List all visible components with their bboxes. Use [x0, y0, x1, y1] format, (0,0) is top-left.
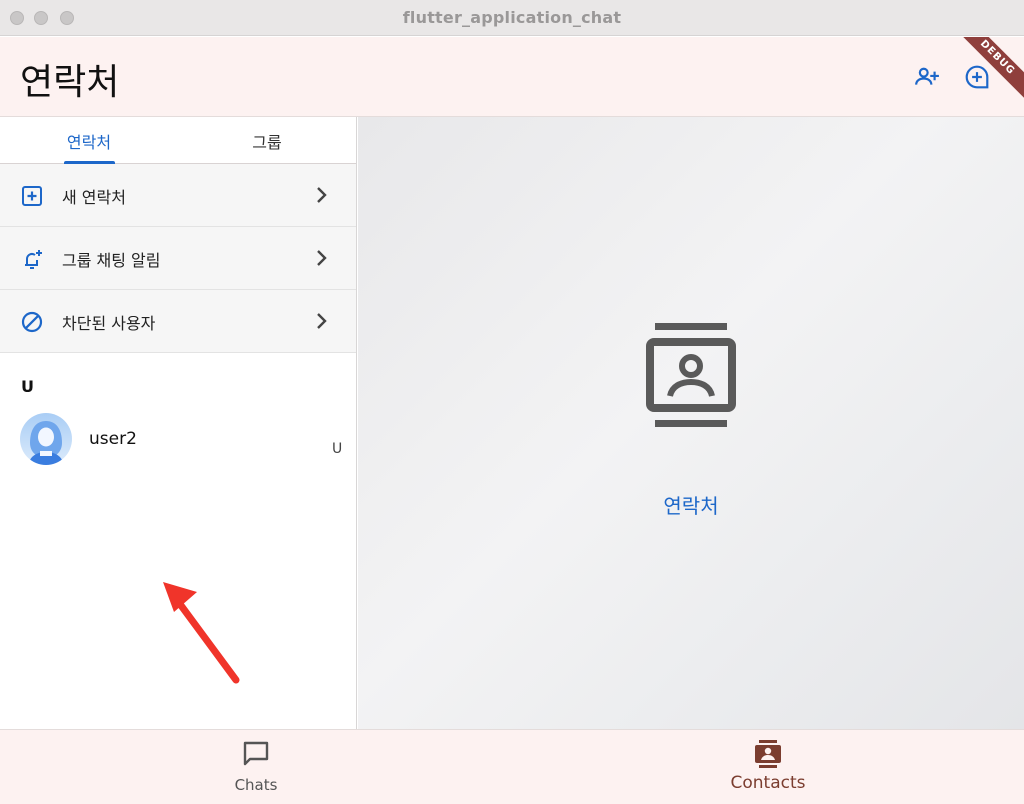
- user-avatar-image: [20, 413, 72, 465]
- contact-name: user2: [89, 429, 137, 449]
- new-chat-button[interactable]: [962, 62, 992, 92]
- detail-pane: 연락처: [358, 117, 1024, 729]
- nav-label: Contacts: [730, 773, 806, 793]
- add-person-button[interactable]: [912, 62, 942, 92]
- window-titlebar: flutter_application_chat: [0, 0, 1024, 36]
- nav-item-chats[interactable]: Chats: [0, 730, 512, 804]
- menu-item-blocked-users[interactable]: 차단된 사용자: [0, 290, 356, 353]
- section-header: U: [21, 377, 34, 396]
- contact-list-item[interactable]: user2: [0, 407, 356, 471]
- nav-label: Chats: [234, 776, 278, 794]
- tab-bar: 연락처 그룹: [0, 117, 356, 164]
- alphabet-index-letter[interactable]: U: [332, 441, 342, 457]
- menu-item-label: 그룹 채팅 알림: [62, 251, 161, 270]
- menu-item-group-chat-alert[interactable]: 그룹 채팅 알림: [0, 227, 356, 290]
- person-add-icon: [915, 67, 939, 85]
- menu-item-label: 새 연락처: [62, 188, 126, 207]
- tab-groups[interactable]: 그룹: [178, 117, 356, 164]
- contacts-icon: [755, 740, 781, 768]
- window-title: flutter_application_chat: [402, 8, 622, 27]
- menu-item-label: 차단된 사용자: [62, 314, 156, 333]
- chevron-right-icon: [317, 250, 327, 266]
- annotation-arrow: [163, 582, 240, 684]
- tab-contacts[interactable]: 연락처: [0, 117, 178, 164]
- chevron-right-icon: [317, 313, 327, 329]
- bottom-navigation: Chats Contacts: [0, 729, 1024, 804]
- page-title: 연락처: [20, 62, 120, 103]
- block-icon: [21, 311, 43, 333]
- nav-item-contacts[interactable]: Contacts: [512, 730, 1024, 804]
- notification-add-icon: [25, 250, 42, 269]
- add-comment-icon: [965, 65, 989, 89]
- menu-item-new-contact[interactable]: 새 연락처: [0, 164, 356, 227]
- contact-page-icon: [646, 323, 736, 427]
- avatar: [20, 413, 72, 465]
- add-box-icon: [22, 186, 42, 206]
- detail-label: 연락처: [663, 494, 719, 518]
- chat-bubble-icon: [243, 741, 269, 766]
- contacts-panel: 연락처 그룹 새 연락처 그룹 채팅 알림 차단된 사용자 U user2 U: [0, 117, 357, 729]
- chevron-right-icon: [317, 187, 327, 203]
- app-bar: 연락처 DEBUG: [0, 37, 1024, 117]
